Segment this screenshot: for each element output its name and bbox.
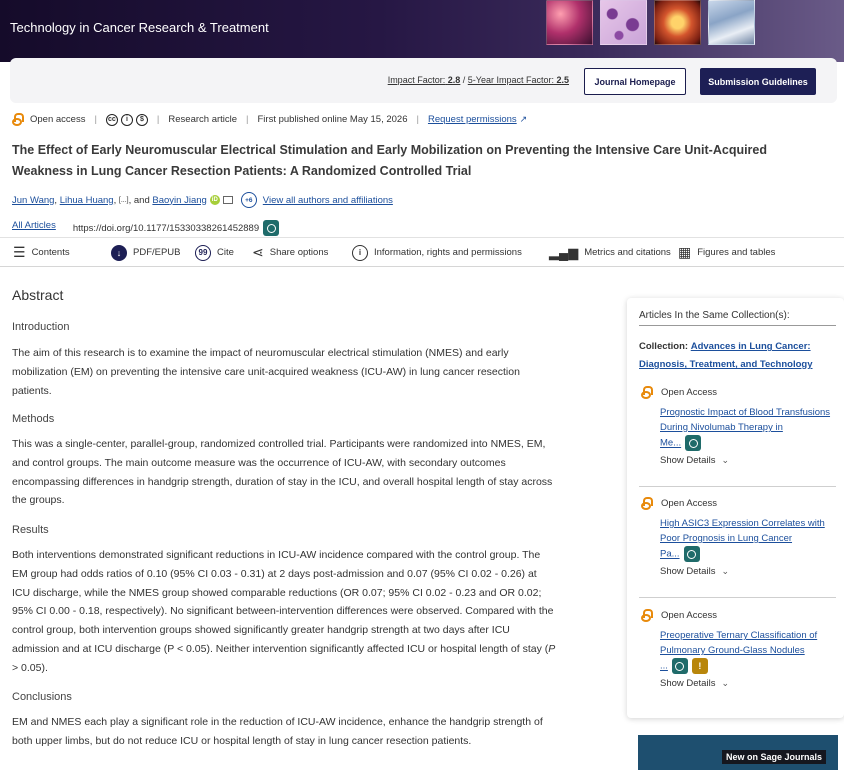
cc-icon: cc (105, 113, 118, 126)
bar-chart-icon: ▂▄▆ (549, 244, 579, 260)
results-heading: Results (12, 524, 49, 536)
article-toolbar: ☰ Contents ↓ PDF/EPUB 99 Cite ⋖ Share op… (0, 237, 844, 267)
results-text: Both interventions demonstrated signific… (12, 549, 556, 674)
article-type: Research article (168, 114, 238, 125)
journal-banner: Technology in Cancer Research & Treatmen… (0, 0, 844, 62)
author-link[interactable]: Lihua Huang (60, 195, 114, 206)
show-details-button[interactable]: Show Details ⌄ (660, 566, 837, 577)
collection-article-link[interactable]: Preoperative Ternary Classification of P… (660, 628, 837, 674)
collection-article-link[interactable]: High ASIC3 Expression Correlates with Po… (660, 516, 837, 562)
journal-info-bar: Impact Factor: 2.8 / 5-Year Impact Facto… (10, 58, 837, 103)
five-year-impact-link[interactable]: 5-Year Impact Factor: 2.5 (468, 75, 569, 85)
banner-image-patient (708, 0, 755, 45)
collection-article-card: Open Access Preoperative Ternary Classif… (639, 609, 837, 689)
all-articles-link[interactable]: All Articles (12, 220, 56, 231)
related-collection-panel: Articles In the Same Collection(s): Coll… (627, 298, 844, 718)
doi-row: All Articles https://doi.org/10.1177/153… (12, 214, 280, 236)
methods-heading: Methods (12, 413, 55, 425)
quote-icon: 99 (195, 244, 211, 261)
collection-article-card: Open Access High ASIC3 Expression Correl… (639, 497, 837, 577)
contents-button[interactable]: ☰ Contents (13, 238, 70, 267)
view-all-authors-link[interactable]: View all authors and affiliations (263, 195, 393, 206)
promo-banner[interactable]: New on Sage Journals (638, 735, 838, 770)
promo-tag: New on Sage Journals (721, 750, 826, 764)
open-access-badge-icon (685, 435, 702, 451)
table-icon: ▦ (678, 244, 692, 260)
article-meta: Open access | cc i $ | Research article … (12, 113, 527, 126)
author-ellipsis[interactable]: [...] (119, 197, 129, 204)
collection-panel-heading: Articles In the Same Collection(s): (639, 310, 836, 326)
submission-guidelines-button[interactable]: Submission Guidelines (700, 68, 816, 95)
creative-commons-icons[interactable]: cc i $ (105, 113, 148, 126)
external-link-icon: ↗ (519, 114, 528, 124)
banner-images (546, 0, 755, 45)
information-button[interactable]: i Information, rights and permissions (352, 238, 522, 267)
request-permissions-link[interactable]: Request permissions (428, 114, 517, 125)
impact-factors: Impact Factor: 2.8 / 5-Year Impact Facto… (387, 75, 569, 85)
more-authors-button[interactable]: +6 (240, 192, 257, 208)
article-title: The Effect of Early Neuromuscular Electr… (12, 143, 768, 178)
warning-icon: ! (691, 658, 708, 674)
email-icon[interactable] (222, 196, 233, 204)
author-list: Jun Wang, Lihua Huang, [...], and Baoyin… (12, 192, 393, 208)
pdf-epub-button[interactable]: ↓ PDF/EPUB (111, 238, 181, 267)
divider (639, 486, 836, 487)
show-details-button[interactable]: Show Details ⌄ (660, 455, 837, 466)
open-access-badge-icon (683, 546, 700, 562)
chevron-down-icon: ⌄ (721, 566, 729, 576)
menu-icon: ☰ (13, 244, 26, 260)
impact-factor-link[interactable]: Impact Factor: 2.8 (388, 75, 461, 85)
open-access-icon (641, 609, 653, 622)
collection-article-link[interactable]: Prognostic Impact of Blood Transfusions … (660, 405, 837, 451)
banner-image-cells (600, 0, 647, 45)
abstract-heading: Abstract (12, 287, 64, 303)
download-icon: ↓ (111, 244, 127, 261)
open-access-label: Open access (30, 114, 86, 125)
introduction-text: The aim of this research is to examine t… (12, 347, 520, 397)
open-access-icon (12, 113, 24, 126)
introduction-heading: Introduction (12, 321, 70, 333)
collection-article-card: Open Access Prognostic Impact of Blood T… (639, 386, 837, 466)
methods-text: This was a single-center, parallel-group… (12, 438, 553, 507)
metrics-button[interactable]: ▂▄▆ Metrics and citations (549, 238, 671, 267)
orcid-icon[interactable]: iD (209, 195, 220, 205)
chevron-down-icon: ⌄ (721, 455, 729, 465)
journal-title[interactable]: Technology in Cancer Research & Treatmen… (10, 20, 269, 35)
info-icon: i (352, 244, 368, 261)
collection-info: Collection: Advances in Lung Cancer: Dia… (639, 341, 813, 370)
and-text: and (133, 194, 150, 206)
author-link[interactable]: Baoyin Jiang (152, 195, 206, 206)
doi-text[interactable]: https://doi.org/10.1177/1533033826145288… (73, 223, 259, 234)
share-icon: ⋖ (252, 244, 264, 260)
chevron-down-icon: ⌄ (721, 678, 729, 688)
open-access-icon (641, 497, 653, 510)
nc-icon: $ (135, 113, 148, 126)
show-details-button[interactable]: Show Details ⌄ (660, 678, 837, 689)
conclusions-text: EM and NMES each play a significant role… (12, 716, 543, 747)
journal-homepage-button[interactable]: Journal Homepage (584, 68, 686, 95)
author-link[interactable]: Jun Wang (12, 195, 54, 206)
banner-image-cancer-cell (654, 0, 701, 45)
divider (639, 597, 836, 598)
conclusions-heading: Conclusions (12, 691, 72, 703)
by-icon: i (120, 113, 133, 126)
figures-tables-button[interactable]: ▦ Figures and tables (678, 238, 775, 267)
share-options-button[interactable]: ⋖ Share options (252, 238, 328, 267)
open-access-badge-icon (671, 658, 688, 674)
publication-date: First published online May 15, 2026 (257, 114, 408, 125)
cite-button[interactable]: 99 Cite (195, 238, 234, 267)
open-access-badge-icon (263, 220, 280, 236)
banner-image-dna (546, 0, 593, 45)
open-access-icon (641, 386, 653, 399)
